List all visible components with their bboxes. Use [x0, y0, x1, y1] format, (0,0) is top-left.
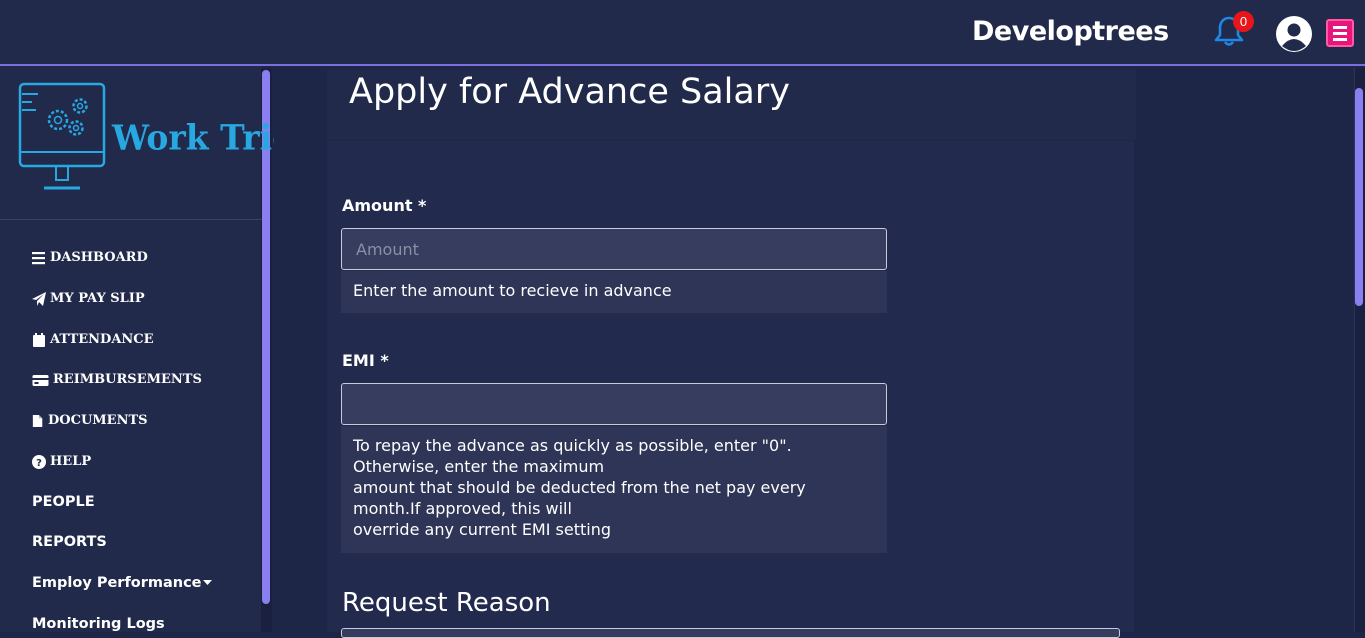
emi-label: EMI * — [342, 351, 389, 370]
sidebar-item-people[interactable]: PEOPLE — [32, 494, 95, 510]
amount-help-text: Enter the amount to recieve in advance — [341, 271, 887, 313]
emi-help-text: To repay the advance as quickly as possi… — [341, 426, 887, 553]
paper-plane-icon — [32, 291, 46, 306]
user-avatar-icon[interactable] — [1275, 15, 1313, 53]
bars-icon — [32, 251, 45, 264]
caret-down-icon — [202, 580, 212, 585]
sidebar-item-reimbursements[interactable]: REIMBURSEMENTS — [32, 372, 202, 387]
emi-help-line: month.If approved, this will — [353, 499, 572, 518]
sidebar-item-label: HELP — [50, 454, 92, 469]
sidebar-item-label: MY PAY SLIP — [50, 291, 145, 306]
notification-badge: 0 — [1233, 11, 1254, 32]
question-circle-icon: ? — [32, 454, 46, 469]
emi-input[interactable] — [341, 383, 887, 425]
svg-text:?: ? — [36, 458, 42, 469]
request-reason-input[interactable] — [341, 628, 1120, 638]
emi-help-line: override any current EMI setting — [353, 520, 611, 539]
sidebar-divider — [0, 219, 262, 220]
sidebar-item-label: PEOPLE — [32, 494, 95, 510]
request-reason-title: Request Reason — [342, 588, 551, 618]
sidebar-item-monitoring-logs[interactable]: Monitoring Logs — [32, 616, 165, 632]
sidebar-item-help[interactable]: ? HELP — [32, 454, 91, 469]
sidebar-item-label: ATTENDANCE — [50, 332, 154, 347]
sidebar-item-label: Employ Performance — [32, 575, 202, 591]
brand-name: Developtrees — [972, 16, 1169, 47]
emi-help-line: amount that should be deducted from the … — [353, 478, 806, 497]
sidebar-item-label: Monitoring Logs — [32, 616, 165, 632]
sidebar-item-attendance[interactable]: ATTENDANCE — [32, 332, 154, 347]
main-scrollbar-thumb[interactable] — [1355, 88, 1363, 306]
sidebar-item-employ-performance[interactable]: Employ Performance — [32, 575, 212, 591]
sidebar-item-my-pay-slip[interactable]: MY PAY SLIP — [32, 291, 145, 306]
emi-help-line: Otherwise, enter the maximum — [353, 457, 605, 476]
sidebar-item-dashboard[interactable]: DASHBOARD — [32, 250, 148, 265]
sidebar-item-label: DASHBOARD — [50, 250, 148, 265]
sidebar-item-label: REPORTS — [32, 534, 107, 550]
amount-label: Amount * — [342, 196, 427, 215]
emi-help-line: To repay the advance as quickly as possi… — [353, 436, 792, 455]
file-icon — [32, 414, 43, 427]
amount-input[interactable] — [341, 228, 887, 270]
calendar-icon — [33, 332, 45, 347]
sidebar-item-reports[interactable]: REPORTS — [32, 534, 107, 550]
sidebar-item-documents[interactable]: DOCUMENTS — [32, 413, 148, 428]
credit-card-icon — [32, 374, 49, 386]
page-title: Apply for Advance Salary — [349, 72, 790, 112]
hamburger-menu-icon[interactable] — [1326, 19, 1354, 47]
sidebar-item-label: REIMBURSEMENTS — [53, 372, 202, 387]
sidebar-item-label: DOCUMENTS — [48, 413, 148, 428]
